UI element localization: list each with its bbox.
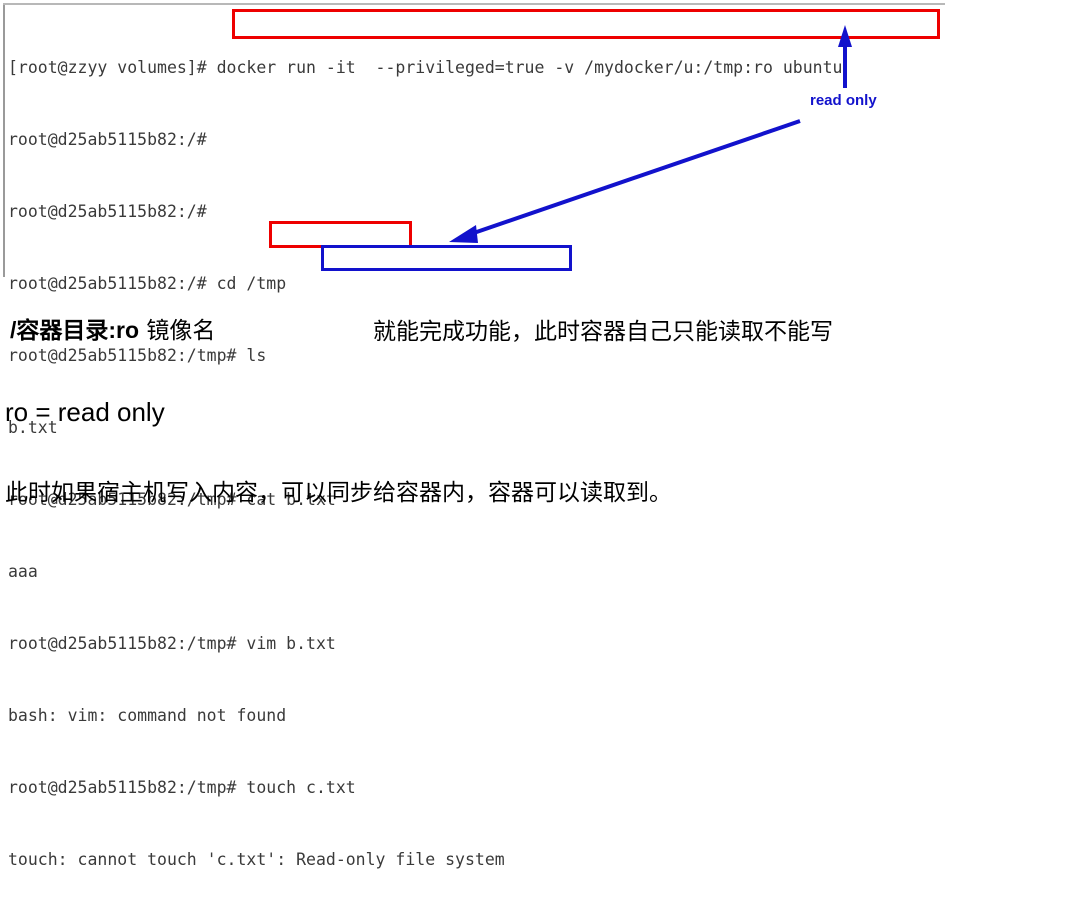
terminal-text: [root@zzyy volumes]# docker run -it --pr…	[8, 8, 842, 920]
highlight-box-touch-command	[269, 221, 412, 248]
terminal-line: root@d25ab5115b82:/#	[8, 202, 207, 221]
terminal-line: aaa	[8, 562, 38, 581]
terminal-output-block: [root@zzyy volumes]# docker run -it --pr…	[0, 0, 960, 869]
note-ro-meaning: ro = read only	[5, 397, 165, 427]
terminal-line: root@d25ab5115b82:/tmp# ls	[8, 346, 267, 365]
terminal-line: touch: cannot touch 'c.txt': Read-only f…	[8, 850, 505, 869]
terminal-line: bash: vim: command not found	[8, 706, 287, 725]
note-effect-description: 就能完成功能，此时容器自己只能读取不能写	[373, 319, 833, 345]
highlight-box-read-only-file-system	[321, 245, 572, 271]
terminal-line: root@d25ab5115b82:/tmp# vim b.txt	[8, 634, 336, 653]
note-syntax-main: 容器目录:ro	[16, 317, 140, 343]
terminal-line: [root@zzyy volumes]# docker run -it --pr…	[8, 58, 843, 77]
terminal-line: root@d25ab5115b82:/tmp# touch c.txt	[8, 778, 356, 797]
note-volume-syntax: /容器目录:ro 镜像名	[10, 311, 215, 345]
note-syntax-suffix: 镜像名	[139, 318, 216, 344]
terminal-line: root@d25ab5115b82:/# cd /tmp	[8, 274, 287, 293]
terminal-top-divider	[3, 3, 945, 5]
terminal-line: root@d25ab5115b82:/#	[8, 130, 207, 149]
terminal-left-divider	[3, 5, 5, 277]
highlight-box-docker-run-command	[232, 9, 940, 39]
annotation-label-read-only: read only	[810, 92, 877, 109]
note-host-sync-description: 此时如果宿主机写入内容，可以同步给容器内，容器可以读取到。	[5, 480, 672, 506]
